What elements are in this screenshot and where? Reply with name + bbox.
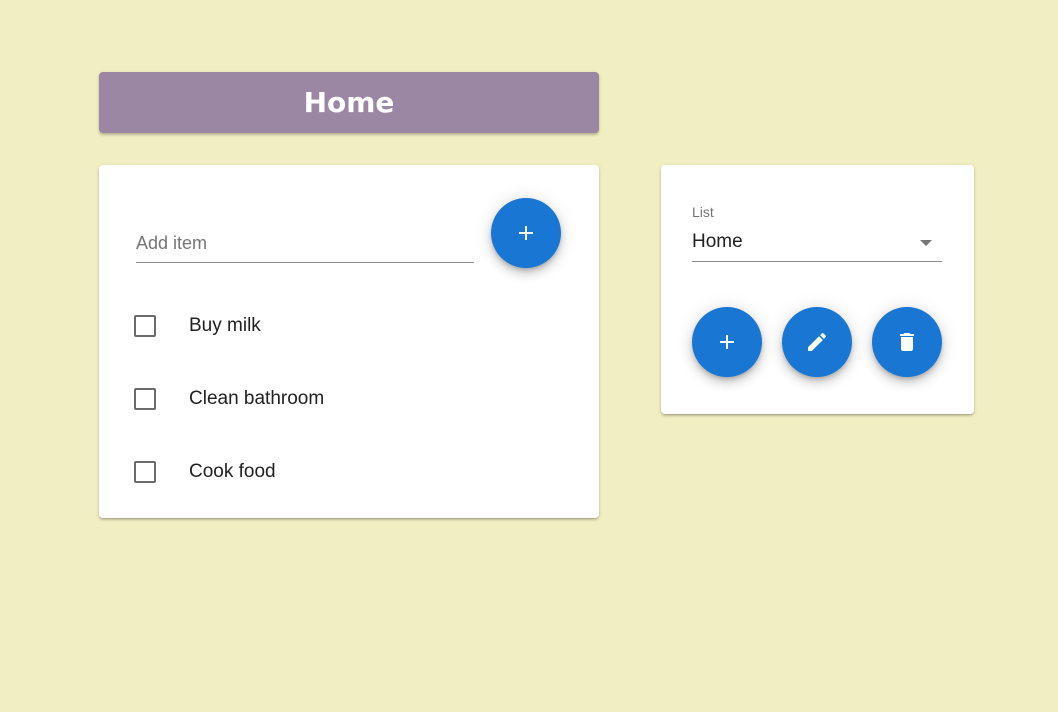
add-item-field[interactable] xyxy=(136,225,474,263)
list-select[interactable]: Home xyxy=(692,227,942,262)
add-item-button[interactable] xyxy=(491,198,561,268)
delete-list-button[interactable] xyxy=(872,307,942,377)
item-label: Clean bathroom xyxy=(189,388,325,409)
list-select-value: Home xyxy=(692,231,743,252)
plus-icon xyxy=(720,335,734,349)
list-select-label: List xyxy=(692,204,714,220)
todo-card: Buy milk Clean bathroom Cook food xyxy=(99,165,599,518)
chevron-down-icon xyxy=(920,240,932,246)
plus-icon xyxy=(519,226,533,240)
list-item[interactable]: Cook food xyxy=(99,436,599,508)
item-label: Buy milk xyxy=(189,315,261,336)
list-item[interactable]: Clean bathroom xyxy=(99,363,599,435)
list-item[interactable]: Buy milk xyxy=(99,290,599,362)
pencil-icon xyxy=(808,332,827,351)
edit-list-button[interactable] xyxy=(782,307,852,377)
item-label: Cook food xyxy=(189,461,276,482)
page-header: Home xyxy=(99,72,599,133)
item-checkbox[interactable] xyxy=(134,388,156,410)
add-list-button[interactable] xyxy=(692,307,762,377)
item-checkbox[interactable] xyxy=(134,315,156,337)
list-card: List Home xyxy=(661,165,974,414)
add-item-input[interactable] xyxy=(136,230,474,256)
item-checkbox[interactable] xyxy=(134,461,156,483)
page-title: Home xyxy=(303,86,395,119)
trash-icon xyxy=(900,333,914,351)
